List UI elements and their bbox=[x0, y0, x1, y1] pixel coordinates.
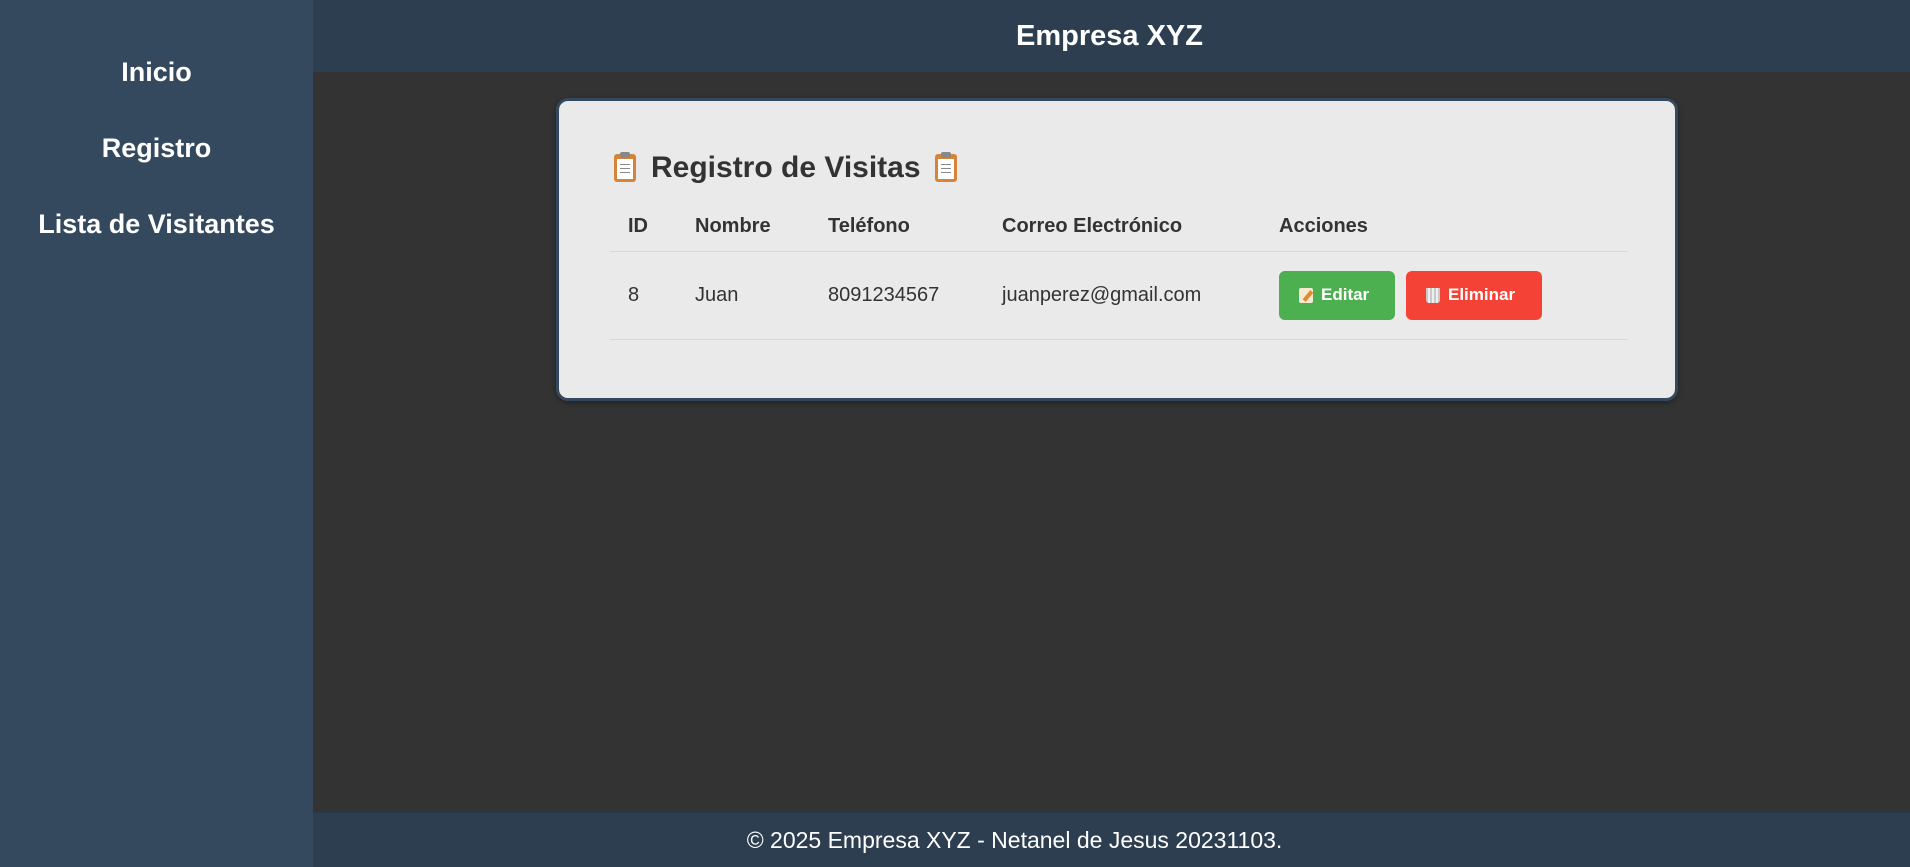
sidebar-item-registro[interactable]: Registro bbox=[102, 128, 212, 168]
footer-text: © 2025 Empresa XYZ - Netanel de Jesus 20… bbox=[746, 826, 1283, 853]
visitors-table: ID Nombre Teléfono Correo Electrónico Ac… bbox=[610, 202, 1628, 340]
cell-nombre: Juan bbox=[677, 251, 810, 340]
memo-icon bbox=[1299, 287, 1313, 303]
edit-button-label: Editar bbox=[1321, 285, 1370, 304]
sidebar: Inicio Registro Lista de Visitantes bbox=[0, 0, 313, 867]
table-header-row: ID Nombre Teléfono Correo Electrónico Ac… bbox=[610, 202, 1628, 252]
column-header-correo: Correo Electrónico bbox=[984, 202, 1261, 252]
wastebasket-icon bbox=[1426, 287, 1440, 303]
column-header-telefono: Teléfono bbox=[810, 202, 984, 252]
cell-telefono: 8091234567 bbox=[810, 251, 984, 340]
header-title: Empresa XYZ bbox=[1016, 19, 1203, 52]
sidebar-item-lista-de-visitantes[interactable]: Lista de Visitantes bbox=[38, 204, 275, 244]
page-title: Registro de Visitas bbox=[614, 151, 957, 185]
column-header-nombre: Nombre bbox=[677, 202, 810, 252]
delete-button-label: Eliminar bbox=[1448, 285, 1516, 304]
header: Empresa XYZ bbox=[313, 0, 1910, 72]
cell-id: 8 bbox=[610, 251, 677, 340]
table-row: 8 Juan 8091234567 juanperez@gmail.com Ed… bbox=[610, 251, 1628, 340]
delete-button[interactable]: Eliminar bbox=[1406, 270, 1542, 320]
clipboard-icon bbox=[614, 152, 636, 182]
sidebar-item-inicio[interactable]: Inicio bbox=[121, 52, 192, 92]
page-title-text: Registro de Visitas bbox=[651, 151, 921, 184]
cell-correo: juanperez@gmail.com bbox=[984, 251, 1261, 340]
footer: © 2025 Empresa XYZ - Netanel de Jesus 20… bbox=[313, 811, 1910, 867]
edit-button[interactable]: Editar bbox=[1279, 270, 1395, 320]
column-header-id: ID bbox=[610, 202, 677, 252]
clipboard-icon bbox=[934, 152, 957, 182]
cell-acciones: Editar Eliminar bbox=[1261, 251, 1628, 340]
column-header-acciones: Acciones bbox=[1261, 202, 1628, 252]
visits-card: Registro de Visitas ID Nombre Teléfono C… bbox=[556, 98, 1678, 401]
